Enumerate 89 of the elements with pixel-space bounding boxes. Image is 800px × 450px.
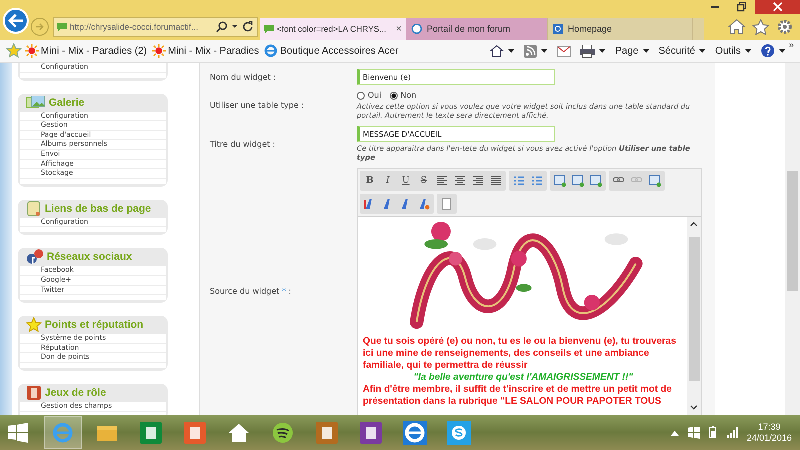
source-icon [441,198,453,210]
scroll-down-icon[interactable] [690,405,698,411]
browser-icon [403,420,427,444]
message-text: "la belle aventure qu'est l'AMAIGRISSEMENT !!" [412,372,634,384]
browser-tab[interactable]: <font color=red>LA CHRYS... × [260,18,406,40]
format-button[interactable]: S [416,173,432,189]
section-title: Liens de bas de page [45,202,152,215]
align-left-icon [436,175,448,187]
signal-icon[interactable] [726,426,738,438]
rss-icon [524,44,538,58]
format-button[interactable]: I [380,173,396,189]
field-label: Source du widget * : [210,287,292,296]
sun-icon [152,44,166,58]
time-text: 17:39 [758,422,781,432]
sun-icon [25,44,39,58]
favorite-link[interactable]: Boutique Accessoires Acer [264,44,399,58]
start-button[interactable] [8,422,28,442]
field-label: Titre du widget : [210,140,276,148]
bullet-list-icon [513,175,525,187]
caret-icon [231,24,239,30]
back-button[interactable] [3,8,29,34]
field-label: Utiliser une table type : [210,101,306,110]
command-menu-button[interactable]: Sécurité [658,46,706,56]
field-label: Nom du widget : [210,72,278,82]
radio-option[interactable]: Non [390,91,417,100]
show-hidden-icons-icon[interactable] [670,430,679,436]
align-right-icon [472,175,484,187]
caret-icon [778,48,786,54]
printer-icon [580,44,596,58]
section-title: Galerie [49,96,85,109]
minimize-icon [710,6,718,8]
more-button[interactable]: » [788,40,794,50]
browser-icon [51,420,75,444]
section-title: Points et réputation [45,319,144,332]
section-title: Jeux de rôle [45,386,106,399]
close-tab-button[interactable]: × [396,24,402,34]
feeds-menu-button[interactable] [524,44,548,58]
justify-icon [490,175,502,187]
home-icon [490,44,504,58]
caret-icon [599,48,606,54]
close-button[interactable] [755,0,800,14]
format-button[interactable]: B [362,173,378,189]
help-menu-button[interactable] [760,44,786,58]
settings-icon[interactable] [776,19,794,35]
scroll-up-icon[interactable] [690,221,698,227]
browser-tab[interactable]: Homepage [547,18,692,40]
date-text: 24/01/2016 [746,432,792,444]
restore-icon [736,2,746,12]
music-icon [271,420,295,444]
social-icon [26,249,44,266]
star-icon[interactable] [752,19,770,35]
page-scrollbar[interactable] [785,63,800,415]
favorite-link[interactable]: Mini - Mix - Paradies [152,44,260,58]
message-text: Afin d'être membre, il suffit de t'inscrire et de mettre un petit mot de présentation dans la rubrique "LE SALON POUR PAPOTER TOUS [363,384,673,408]
browser-tab[interactable]: Portail de mon forum [406,18,547,40]
refresh-icon [242,21,254,33]
ie-icon [264,44,278,58]
caret-icon [541,48,548,54]
clock[interactable]: 17:39 24/01/2016 [746,422,792,444]
help-icon [760,44,775,58]
flag-icon[interactable] [688,426,700,438]
star-icon [26,317,42,334]
radio-option[interactable]: Oui [357,91,382,100]
search-icon [216,21,228,33]
speech-bubble-icon [411,24,423,34]
command-menu-button[interactable]: Outils [715,46,752,56]
caret-icon [744,48,752,54]
close-icon [772,2,782,12]
address-bar[interactable]: http://chrysalide-cocci.forumactif... [53,17,258,37]
forward-arrow-icon [35,22,45,32]
message-text: Que tu sois opéré (e) ou non, tu es le ou la bienvenu (e), tu trouveras ici une mine de renseignements, des conseils et une ambiance familiale, qui te permettra de réussir [363,336,678,372]
favorite-link[interactable]: Mini - Mix - Paradies (2) [25,44,148,58]
align-center-icon [454,175,466,187]
home-icon[interactable] [728,19,746,35]
caret-icon [508,48,516,54]
battery-icon[interactable] [708,426,717,439]
back-arrow-icon [8,14,24,28]
numbered-list-icon [531,175,543,187]
add-favorite-icon[interactable] [6,43,22,59]
home-menu-button[interactable] [490,44,516,58]
format-button[interactable]: U [398,173,414,189]
caret-icon [699,48,706,54]
caret-icon [642,48,650,54]
command-menu-button[interactable]: Page [615,46,650,56]
page-icon [553,24,564,34]
print-menu-button[interactable] [580,44,606,58]
section-title: Réseaux sociaux [47,251,132,264]
scrollbar[interactable] [687,217,701,415]
gallery-icon [26,96,46,110]
